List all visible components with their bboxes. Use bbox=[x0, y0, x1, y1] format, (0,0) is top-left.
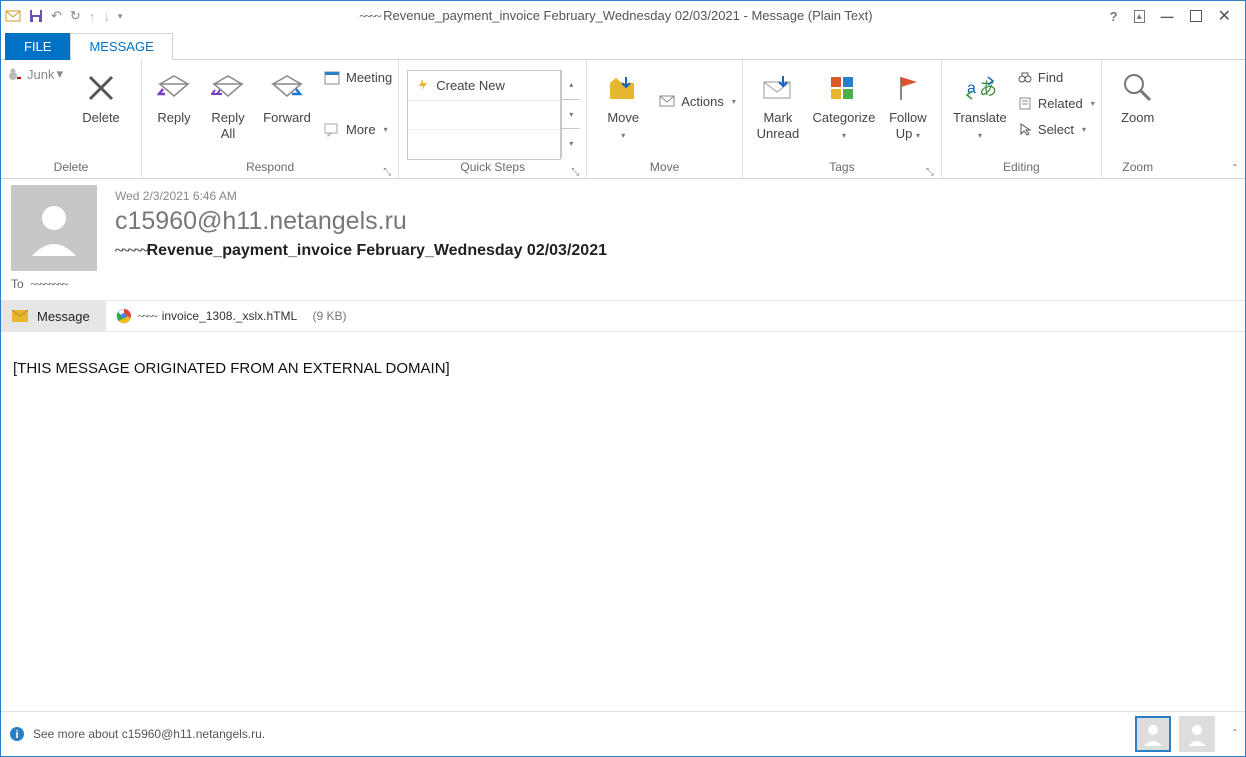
binoculars-icon bbox=[1018, 70, 1032, 84]
zoom-icon bbox=[1122, 68, 1154, 108]
translate-icon: aあ bbox=[963, 68, 997, 108]
categorize-button[interactable]: Categorize▾ bbox=[809, 66, 879, 144]
gallery-down-icon[interactable]: ▾ bbox=[562, 100, 580, 130]
to-field: To ~~~~~~~~ bbox=[1, 275, 1245, 300]
message-body: [THIS MESSAGE ORIGINATED FROM AN EXTERNA… bbox=[1, 332, 1245, 711]
message-subject: ~~~~~Revenue_payment_invoice February_We… bbox=[115, 242, 1235, 260]
flag-icon bbox=[895, 68, 921, 108]
from-address: c15960@h11.netangels.ru bbox=[115, 207, 1235, 236]
contact-thumbnail-1[interactable] bbox=[1135, 716, 1171, 752]
move-icon bbox=[606, 68, 640, 108]
mark-unread-icon bbox=[761, 68, 795, 108]
up-arrow-icon[interactable]: ↑ bbox=[89, 9, 96, 24]
message-header: Wed 2/3/2021 6:46 AM c15960@h11.netangel… bbox=[1, 179, 1245, 275]
info-text: See more about c15960@h11.netangels.ru. bbox=[33, 727, 265, 741]
group-label-tags: Tags⤡ bbox=[749, 160, 935, 178]
dialog-launcher-icon[interactable]: ⤡ bbox=[570, 166, 580, 176]
reply-button[interactable]: Reply bbox=[148, 66, 200, 126]
group-label-delete: Delete bbox=[7, 160, 135, 178]
attachment-item[interactable]: ~~~~ invoice_1308._xslx.hTML (9 KB) bbox=[106, 308, 357, 324]
forward-icon bbox=[270, 68, 304, 108]
ribbon-display-icon[interactable]: ▴ bbox=[1134, 10, 1145, 23]
to-redacted: ~~~~~~~~ bbox=[30, 277, 66, 291]
attachment-redacted: ~~~~ bbox=[138, 309, 156, 324]
meeting-icon bbox=[324, 69, 340, 85]
reply-all-icon bbox=[211, 68, 245, 108]
reply-icon bbox=[157, 68, 191, 108]
ribbon: Junk▾ Delete Delete Reply Reply All bbox=[1, 60, 1245, 179]
envelope-icon bbox=[11, 309, 29, 323]
group-label-quicksteps: Quick Steps⤡ bbox=[405, 160, 580, 178]
actions-button[interactable]: Actions▾ bbox=[659, 90, 736, 112]
more-respond-button[interactable]: More▾ bbox=[324, 118, 392, 140]
ribbon-tabs: FILE MESSAGE bbox=[1, 32, 1245, 60]
junk-button[interactable]: Junk▾ bbox=[7, 66, 63, 82]
minimize-button[interactable]: — bbox=[1161, 9, 1174, 24]
sender-avatar bbox=[11, 185, 97, 271]
save-icon[interactable] bbox=[29, 9, 43, 23]
quick-step-create-new[interactable]: Create New bbox=[408, 71, 560, 101]
gallery-up-icon[interactable]: ▴ bbox=[562, 70, 580, 100]
quick-access-toolbar: ↶ ↻ ↑ ↓ ▾ bbox=[5, 8, 122, 24]
quick-steps-gallery[interactable]: Create New bbox=[407, 70, 561, 160]
im-icon bbox=[324, 121, 340, 137]
zoom-button[interactable]: Zoom bbox=[1108, 66, 1168, 126]
received-date: Wed 2/3/2021 6:46 AM bbox=[115, 189, 1235, 203]
svg-text:あ: あ bbox=[979, 79, 997, 99]
dialog-launcher-icon[interactable]: ⤡ bbox=[925, 166, 935, 176]
mark-unread-button[interactable]: Mark Unread bbox=[749, 66, 807, 142]
tab-file[interactable]: FILE bbox=[5, 33, 70, 60]
related-button[interactable]: Related▾ bbox=[1018, 92, 1095, 114]
move-button[interactable]: Move▾ bbox=[593, 66, 653, 144]
help-icon[interactable]: ? bbox=[1110, 9, 1118, 24]
gallery-more-icon[interactable]: ▾ bbox=[562, 129, 580, 158]
chrome-icon bbox=[116, 308, 132, 324]
group-label-respond: Respond⤡ bbox=[148, 160, 392, 178]
delete-icon bbox=[86, 68, 116, 108]
title-redacted: ~~~~ bbox=[359, 8, 379, 23]
undo-icon[interactable]: ↶ bbox=[51, 8, 62, 24]
group-label-move: Move bbox=[593, 160, 736, 178]
group-label-zoom: Zoom bbox=[1108, 160, 1168, 178]
dialog-launcher-icon[interactable]: ⤡ bbox=[382, 166, 392, 176]
body-text: [THIS MESSAGE ORIGINATED FROM AN EXTERNA… bbox=[13, 360, 1233, 377]
collapse-ribbon-icon[interactable]: ˆ bbox=[1233, 162, 1237, 176]
attachment-bar: Message ~~~~ invoice_1308._xslx.hTML (9 K… bbox=[1, 300, 1245, 332]
message-body-tab[interactable]: Message bbox=[1, 301, 106, 331]
mail-icon bbox=[5, 9, 21, 23]
people-pane: i See more about c15960@h11.netangels.ru… bbox=[1, 711, 1245, 756]
delete-button[interactable]: Delete bbox=[71, 66, 131, 126]
svg-text:i: i bbox=[15, 729, 18, 741]
subject-redacted: ~~~~~ bbox=[115, 242, 147, 259]
select-icon bbox=[1018, 122, 1032, 136]
lightning-icon bbox=[416, 78, 430, 92]
maximize-button[interactable] bbox=[1190, 10, 1202, 22]
forward-button[interactable]: Forward bbox=[256, 66, 318, 126]
find-button[interactable]: Find bbox=[1018, 66, 1095, 88]
title-bar: ↶ ↻ ↑ ↓ ▾ ~~~~ Revenue_payment_invoice F… bbox=[1, 1, 1245, 32]
info-icon: i bbox=[9, 726, 25, 742]
actions-icon bbox=[659, 94, 675, 108]
translate-button[interactable]: aあ Translate▾ bbox=[948, 66, 1012, 144]
redo-icon[interactable]: ↻ bbox=[70, 8, 81, 24]
contact-thumbnail-2[interactable] bbox=[1179, 716, 1215, 752]
down-arrow-icon[interactable]: ↓ bbox=[103, 9, 110, 24]
window-title: ~~~~ Revenue_payment_invoice February_We… bbox=[122, 8, 1109, 24]
expand-people-pane-icon[interactable]: ˆ bbox=[1233, 727, 1237, 741]
follow-up-button[interactable]: Follow Up ▾ bbox=[881, 66, 935, 144]
attachment-size: (9 KB) bbox=[312, 309, 346, 323]
close-button[interactable]: ✕ bbox=[1218, 6, 1231, 26]
tab-message[interactable]: MESSAGE bbox=[70, 33, 172, 60]
meeting-button[interactable]: Meeting bbox=[324, 66, 392, 88]
group-label-editing: Editing bbox=[948, 160, 1095, 178]
related-icon bbox=[1018, 96, 1032, 110]
categorize-icon bbox=[829, 68, 859, 108]
attachment-filename: invoice_1308._xslx.hTML bbox=[162, 309, 297, 323]
reply-all-button[interactable]: Reply All bbox=[202, 66, 254, 142]
select-button[interactable]: Select▾ bbox=[1018, 118, 1095, 140]
